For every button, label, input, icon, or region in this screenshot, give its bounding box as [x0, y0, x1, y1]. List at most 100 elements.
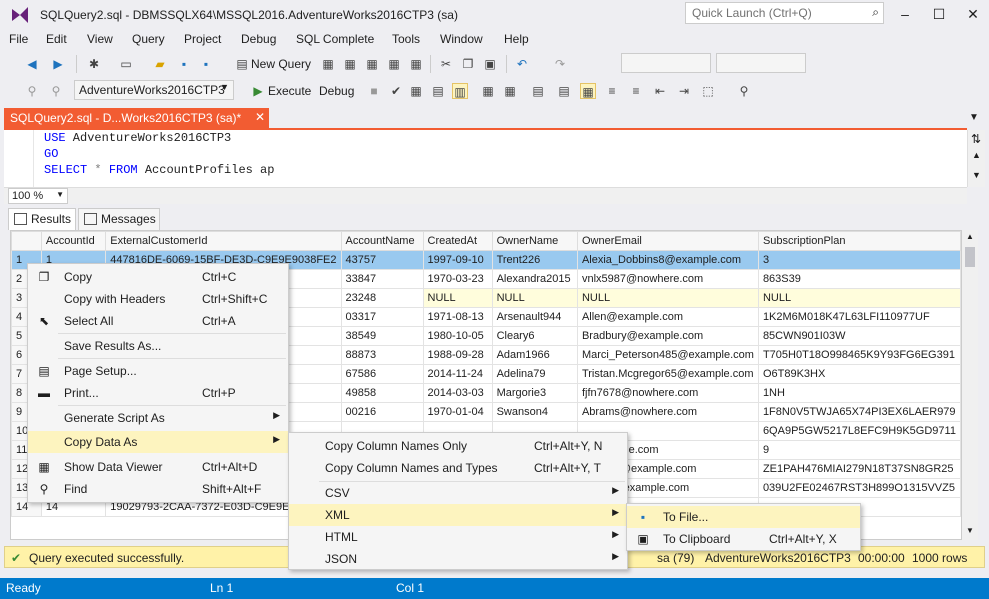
paste-icon[interactable]: ▣ — [482, 56, 498, 72]
solution-platform-combo[interactable] — [716, 53, 806, 73]
table-cell[interactable]: 1K2M6M018K47L63LFI110977UF — [757, 307, 961, 327]
table-cell[interactable]: T705H0T18O998465K9Y93FG6EG391 — [757, 345, 961, 365]
table-cell[interactable]: NULL — [491, 288, 578, 308]
table-cell[interactable]: Alexia_Dobbins8@example.com — [576, 250, 759, 270]
editor-scrollbar[interactable]: ⇅ ▲ ▼ — [967, 130, 985, 187]
table-cell[interactable]: 1970-03-23 — [422, 269, 493, 289]
xmla-query-icon[interactable]: ▦ — [386, 56, 402, 72]
menu-copy-column-names-only[interactable]: Copy Column Names Only Ctrl+Alt+Y, N — [289, 435, 627, 457]
table-cell[interactable]: 1F8N0V5TWJA65X74PI3EX6LAER979 — [757, 402, 961, 422]
tab-overflow-icon[interactable]: ▼ — [969, 112, 979, 123]
menu-generate-script-as[interactable]: Generate Script As ▶ — [28, 407, 288, 429]
zoom-combo[interactable]: 100 % ▼ — [8, 188, 68, 204]
new-project-icon[interactable]: ✱ — [86, 56, 102, 72]
table-cell[interactable]: 2014-03-03 — [422, 383, 493, 403]
cut-icon[interactable]: ✂ — [438, 56, 454, 72]
menu-query[interactable]: Query — [132, 32, 165, 46]
column-header[interactable]: CreatedAt — [422, 231, 493, 251]
table-cell[interactable]: 3 — [757, 250, 961, 270]
table-cell[interactable]: Marci_Peterson485@example.com — [576, 345, 759, 365]
scroll-down-icon[interactable]: ▼ — [972, 170, 981, 180]
forward-icon[interactable]: ▶ — [50, 56, 66, 72]
comment-icon[interactable]: ≡ — [604, 83, 620, 99]
back-icon[interactable]: ◀ — [24, 56, 40, 72]
menu-csv[interactable]: CSV ▶ — [289, 482, 627, 504]
close-icon[interactable]: ✕ — [255, 110, 265, 124]
results-grid-icon[interactable]: ▦ — [580, 83, 596, 99]
open-file-icon[interactable]: ▰ — [152, 56, 168, 72]
increase-indent-icon[interactable]: ⇥ — [676, 83, 692, 99]
results-text-icon[interactable]: ▤ — [530, 83, 546, 99]
tab-sqlquery2[interactable]: SQLQuery2.sql - D...Works2016CTP3 (sa)* … — [4, 108, 269, 128]
table-cell[interactable]: Bradbury@example.com — [576, 326, 759, 346]
menu-copy[interactable]: ❐ Copy Ctrl+C — [28, 266, 288, 288]
menu-project[interactable]: Project — [184, 32, 221, 46]
table-cell[interactable]: Arsenault944 — [491, 307, 578, 327]
table-cell[interactable]: 33847 — [340, 269, 424, 289]
column-header[interactable]: AccountName — [340, 231, 424, 251]
parse-icon[interactable]: ✔ — [388, 83, 404, 99]
table-cell[interactable]: Allen@example.com — [576, 307, 759, 327]
table-cell[interactable]: NULL — [576, 288, 759, 308]
new-query-icon[interactable]: ▤ — [234, 56, 250, 72]
table-cell[interactable]: 1NH — [757, 383, 961, 403]
scroll-down-icon[interactable]: ▼ — [966, 526, 974, 535]
include-plan-icon[interactable]: ▥ — [452, 83, 468, 99]
table-cell[interactable]: 863S39 — [757, 269, 961, 289]
table-cell[interactable]: Adam1966 — [491, 345, 578, 365]
menu-debug[interactable]: Debug — [241, 32, 276, 46]
minimize-button[interactable]: – — [890, 4, 920, 24]
connect-icon[interactable]: ⚲ — [24, 83, 40, 99]
menu-html[interactable]: HTML ▶ — [289, 526, 627, 548]
client-stats-icon[interactable]: ▦ — [502, 83, 518, 99]
menu-select-all[interactable]: ⬉ Select All Ctrl+A — [28, 310, 288, 332]
save-all-icon[interactable]: ▪ — [198, 56, 214, 72]
dax-query-icon[interactable]: ▦ — [408, 56, 424, 72]
copy-icon[interactable]: ❐ — [460, 56, 476, 72]
split-icon[interactable]: ⇅ — [971, 132, 981, 146]
scroll-up-icon[interactable]: ▲ — [966, 232, 974, 241]
decrease-indent-icon[interactable]: ⇤ — [652, 83, 668, 99]
menu-sql-complete[interactable]: SQL Complete — [296, 32, 374, 46]
menu-find[interactable]: ⚲ Find Shift+Alt+F — [28, 478, 288, 500]
grid-scrollbar[interactable]: ▲ ▼ — [962, 230, 978, 540]
menu-edit[interactable]: Edit — [46, 32, 67, 46]
table-cell[interactable]: 9 — [757, 440, 961, 460]
column-header[interactable]: ExternalCustomerId — [105, 231, 342, 251]
table-cell[interactable]: 1980-10-05 — [422, 326, 493, 346]
results-file-icon[interactable]: ▤ — [556, 83, 572, 99]
table-cell[interactable]: 1971-08-13 — [422, 307, 493, 327]
row-number-header[interactable] — [11, 231, 42, 251]
column-header[interactable]: SubscriptionPlan — [757, 231, 961, 251]
table-cell[interactable]: 85CWN901I03W — [757, 326, 961, 346]
menu-help[interactable]: Help — [504, 32, 529, 46]
menu-tools[interactable]: Tools — [392, 32, 420, 46]
table-cell[interactable]: 039U2FE02467RST3H899O1315VVZ5 — [757, 478, 961, 498]
add-item-icon[interactable]: ▭ — [118, 56, 134, 72]
table-cell[interactable]: Adelina79 — [491, 364, 578, 384]
intellisense-icon[interactable]: ⚲ — [736, 83, 752, 99]
tab-messages[interactable]: Messages — [78, 208, 160, 230]
table-cell[interactable]: 49858 — [340, 383, 424, 403]
solution-config-combo[interactable] — [621, 53, 711, 73]
table-cell[interactable]: Cleary6 — [491, 326, 578, 346]
disconnect-icon[interactable]: ⚲ — [48, 83, 64, 99]
display-plan-icon[interactable]: ▦ — [408, 83, 424, 99]
menu-view[interactable]: View — [87, 32, 113, 46]
maximize-button[interactable]: ☐ — [924, 4, 954, 24]
stop-icon[interactable]: ■ — [366, 83, 382, 99]
table-cell[interactable]: Abrams@nowhere.com — [576, 402, 759, 422]
redo-icon[interactable]: ↷ — [552, 56, 568, 72]
table-cell[interactable]: Tristan.Mcgregor65@example.com — [576, 364, 759, 384]
table-cell[interactable]: 03317 — [340, 307, 424, 327]
table-cell[interactable]: NULL — [757, 288, 961, 308]
menu-file[interactable]: File — [9, 32, 28, 46]
menu-json[interactable]: JSON ▶ — [289, 548, 627, 570]
save-icon[interactable]: ▪ — [176, 56, 192, 72]
table-cell[interactable]: Margorie3 — [491, 383, 578, 403]
undo-icon[interactable]: ↶ — [514, 56, 530, 72]
menu-copy-with-headers[interactable]: Copy with Headers Ctrl+Shift+C — [28, 288, 288, 310]
database-combo[interactable]: AdventureWorks2016CTP3 ▼ — [74, 80, 234, 100]
dmx-query-icon[interactable]: ▦ — [364, 56, 380, 72]
new-query-button[interactable]: New Query — [251, 57, 311, 71]
